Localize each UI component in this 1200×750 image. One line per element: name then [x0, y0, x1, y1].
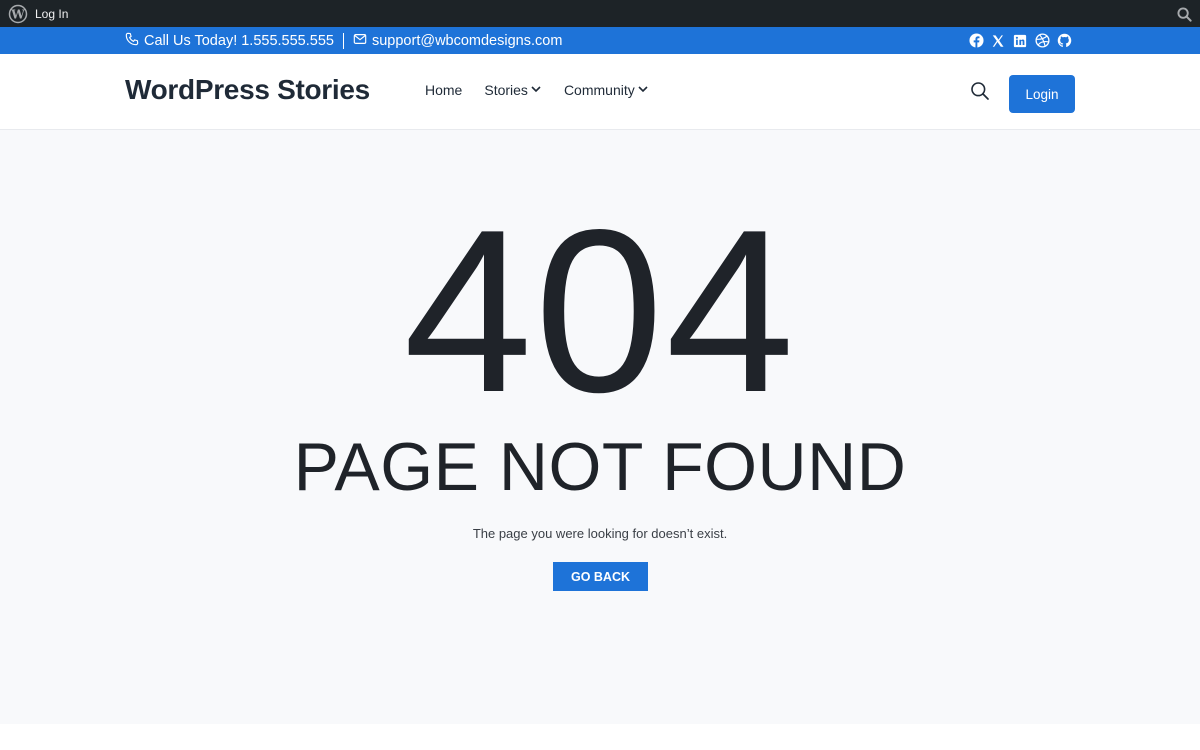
github-icon[interactable] — [1056, 33, 1072, 49]
site-title[interactable]: WordPress Stories — [125, 74, 370, 106]
login-button[interactable]: Login — [1009, 75, 1075, 113]
admin-login-link[interactable]: Log In — [35, 7, 68, 21]
dribbble-icon[interactable] — [1034, 33, 1050, 49]
top-info-bar: Call Us Today! 1.555.555.555 support@wbc… — [0, 27, 1200, 54]
facebook-icon[interactable] — [968, 33, 984, 49]
nav-item-home[interactable]: Home — [425, 82, 462, 98]
chevron-down-icon — [528, 82, 542, 98]
main-content: 404 PAGE NOT FOUND The page you were loo… — [0, 130, 1200, 724]
x-icon[interactable] — [990, 33, 1006, 49]
page-bottom — [0, 724, 1200, 750]
phone-icon — [125, 32, 144, 50]
envelope-icon — [353, 32, 372, 50]
linkedin-icon[interactable] — [1012, 33, 1028, 49]
nav-item-community[interactable]: Community — [564, 82, 649, 98]
social-links — [968, 27, 1072, 54]
page-title: PAGE NOT FOUND — [293, 429, 907, 505]
wordpress-icon[interactable]: W — [0, 0, 36, 27]
search-icon[interactable] — [970, 81, 990, 101]
main-nav: Home Stories Community — [425, 82, 671, 98]
contact-info: Call Us Today! 1.555.555.555 support@wbc… — [125, 27, 562, 54]
nav-item-label: Stories — [484, 82, 528, 98]
phone-link[interactable]: Call Us Today! 1.555.555.555 — [125, 32, 334, 50]
error-message: The page you were looking for doesn’t ex… — [472, 526, 728, 541]
go-back-button[interactable]: GO BACK — [553, 562, 648, 591]
search-icon[interactable] — [1174, 4, 1194, 24]
nav-item-stories[interactable]: Stories — [484, 82, 542, 98]
nav-item-label: Community — [563, 82, 635, 98]
phone-label: Call Us Today! 1.555.555.555 — [144, 32, 334, 49]
svg-text:W: W — [10, 7, 25, 21]
site-header: WordPress Stories Home Stories Community… — [0, 54, 1200, 130]
email-link[interactable]: support@wbcomdesigns.com — [353, 32, 562, 50]
chevron-down-icon — [635, 82, 649, 98]
admin-bar: W Log In — [0, 0, 1200, 27]
nav-item-label: Home — [425, 82, 463, 98]
divider — [342, 32, 344, 49]
email-label: support@wbcomdesigns.com — [371, 32, 563, 49]
error-code: 404 — [403, 182, 797, 441]
